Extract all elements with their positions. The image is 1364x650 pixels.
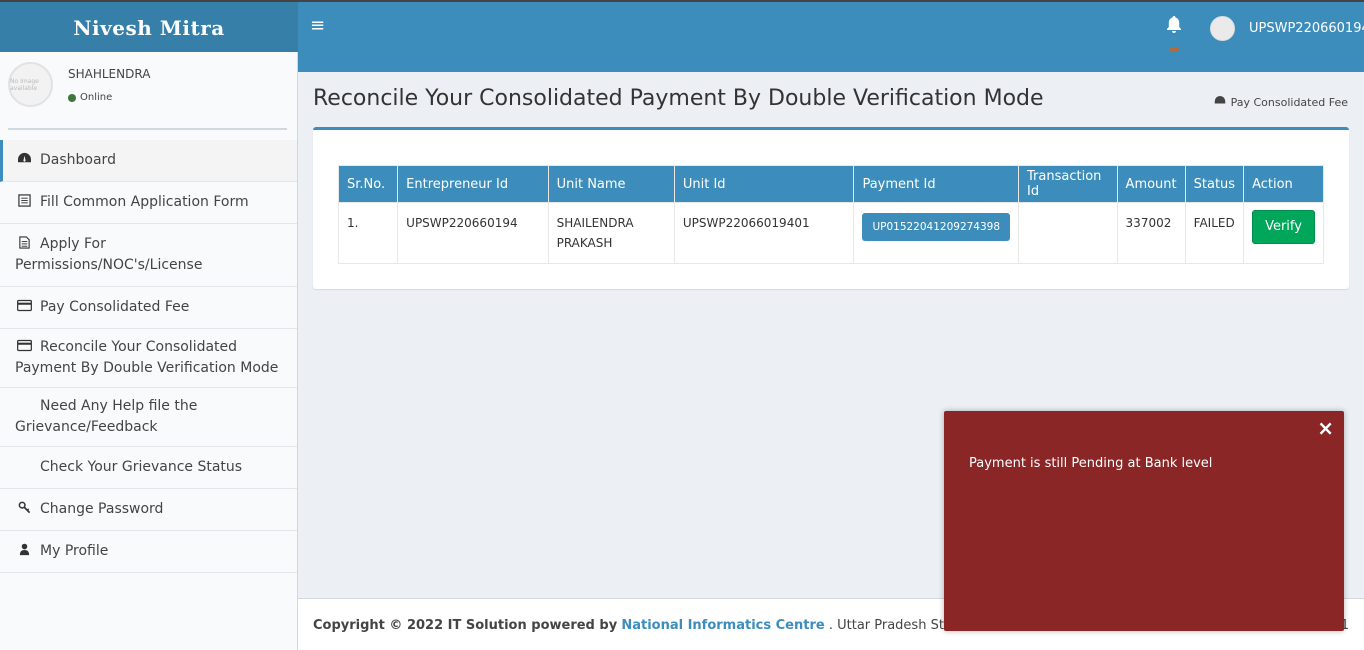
- document-icon: [15, 234, 33, 255]
- payment-id-button[interactable]: UP01522041209274398: [862, 213, 1011, 241]
- col-header-sr-no: Sr.No.: [337, 165, 399, 203]
- dashboard-icon: [1214, 95, 1226, 109]
- user-status: Online: [68, 92, 112, 103]
- breadcrumb[interactable]: Pay Consolidated Fee: [1214, 95, 1348, 109]
- payment-table: Sr.No. Entrepreneur Id Unit Name Unit Id…: [337, 165, 1324, 264]
- footer-copyright: Copyright © 2022 IT Solution powered by: [313, 618, 618, 633]
- table-row: 1. UPSWP220660194 SHAILENDRA PRAKASH UPS…: [337, 202, 1324, 264]
- dashboard-icon: [15, 150, 33, 171]
- col-header-unit-name: Unit Name: [547, 165, 675, 203]
- credit-card-icon: [15, 337, 33, 358]
- hamburger-icon[interactable]: ≡: [310, 16, 330, 36]
- col-header-transaction-id: Transaction Id: [1018, 165, 1118, 203]
- cell-amount: 337002: [1116, 202, 1186, 264]
- sidebar-item-change-password[interactable]: Change Password: [0, 489, 297, 531]
- col-header-unit-id: Unit Id: [673, 165, 855, 203]
- sidebar-item-label: Need Any Help file the Grievance/Feedbac…: [15, 398, 198, 435]
- sidebar-item-dashboard[interactable]: Dashboard: [0, 140, 297, 182]
- cell-payment-id: UP01522041209274398: [853, 202, 1020, 264]
- sidebar-item-fill-caf[interactable]: Fill Common Application Form: [0, 182, 297, 224]
- sidebar-item-label: Dashboard: [40, 152, 116, 168]
- sidebar-item-label: Apply For Permissions/NOC's/License: [15, 236, 203, 273]
- user-avatar: No Image available: [8, 62, 53, 107]
- sidebar-item-label: My Profile: [40, 543, 109, 559]
- user-icon: [15, 541, 33, 562]
- cell-unit-id: UPSWP22066019401: [673, 202, 855, 264]
- sidebar-item-pay-consolidated-fee[interactable]: Pay Consolidated Fee: [0, 287, 297, 329]
- sidebar-item-label: Pay Consolidated Fee: [40, 299, 190, 315]
- col-header-amount: Amount: [1116, 165, 1186, 203]
- content-header-band: [298, 52, 1364, 72]
- sidebar: No Image available SHAHLENDRA Online Das…: [0, 52, 298, 650]
- sidebar-divider: [8, 128, 287, 130]
- col-header-action: Action: [1243, 165, 1324, 203]
- table-header-row: Sr.No. Entrepreneur Id Unit Name Unit Id…: [337, 165, 1324, 203]
- col-header-entrepreneur-id: Entrepreneur Id: [397, 165, 549, 203]
- close-icon[interactable]: ×: [1317, 418, 1334, 438]
- sidebar-item-grievance-status[interactable]: Check Your Grievance Status: [0, 447, 297, 489]
- sidebar-item-reconcile-payment[interactable]: Reconcile Your Consolidated Payment By D…: [0, 329, 297, 388]
- col-header-payment-id: Payment Id: [853, 165, 1020, 203]
- breadcrumb-label: Pay Consolidated Fee: [1230, 95, 1348, 109]
- footer-nic-link[interactable]: National Informatics Centre: [621, 618, 824, 633]
- form-icon: [15, 192, 33, 213]
- cell-transaction-id: [1018, 202, 1118, 264]
- sidebar-item-label: Check Your Grievance Status: [40, 459, 243, 475]
- sidebar-item-my-profile[interactable]: My Profile: [0, 531, 297, 573]
- col-header-status: Status: [1184, 165, 1245, 203]
- sidebar-item-label: Reconcile Your Consolidated Payment By D…: [15, 339, 279, 376]
- toast-message: Payment is still Pending at Bank level: [969, 456, 1213, 471]
- payment-table-box: Sr.No. Entrepreneur Id Unit Name Unit Id…: [313, 127, 1349, 289]
- user-menu[interactable]: UPSWP220660194: [1210, 14, 1364, 42]
- notification-badge: [1169, 47, 1179, 51]
- page-title: Reconcile Your Consolidated Payment By D…: [313, 86, 1044, 111]
- user-panel: No Image available SHAHLENDRA Online: [0, 52, 297, 128]
- credit-card-icon: [15, 297, 33, 318]
- sidebar-item-apply-permissions[interactable]: Apply For Permissions/NOC's/License: [0, 224, 297, 287]
- sidebar-item-label: Fill Common Application Form: [40, 194, 249, 210]
- verify-button[interactable]: Verify: [1252, 210, 1315, 244]
- avatar-placeholder-text: No Image available: [10, 77, 39, 92]
- notification-bell-icon[interactable]: [1166, 16, 1184, 51]
- header-username: UPSWP220660194: [1249, 20, 1364, 36]
- cell-entrepreneur-id: UPSWP220660194: [397, 202, 549, 264]
- sidebar-username: SHAHLENDRA: [68, 67, 151, 81]
- cell-unit-name: SHAILENDRA PRAKASH: [547, 202, 675, 264]
- top-navbar: Nivesh Mitra ≡ UPSWP220660194: [0, 0, 1364, 52]
- user-avatar-small: [1210, 15, 1235, 41]
- cell-status: FAILED: [1184, 202, 1245, 264]
- user-status-label: Online: [80, 92, 113, 103]
- key-icon: [15, 499, 33, 520]
- cell-sr-no: 1.: [337, 202, 399, 264]
- app-logo[interactable]: Nivesh Mitra: [0, 2, 298, 52]
- sidebar-item-label: Change Password: [40, 501, 164, 517]
- online-status-dot: [68, 93, 76, 102]
- cell-action: Verify: [1243, 202, 1324, 264]
- error-toast: × Payment is still Pending at Bank level: [944, 411, 1344, 631]
- sidebar-item-grievance-feedback[interactable]: Need Any Help file the Grievance/Feedbac…: [0, 388, 297, 447]
